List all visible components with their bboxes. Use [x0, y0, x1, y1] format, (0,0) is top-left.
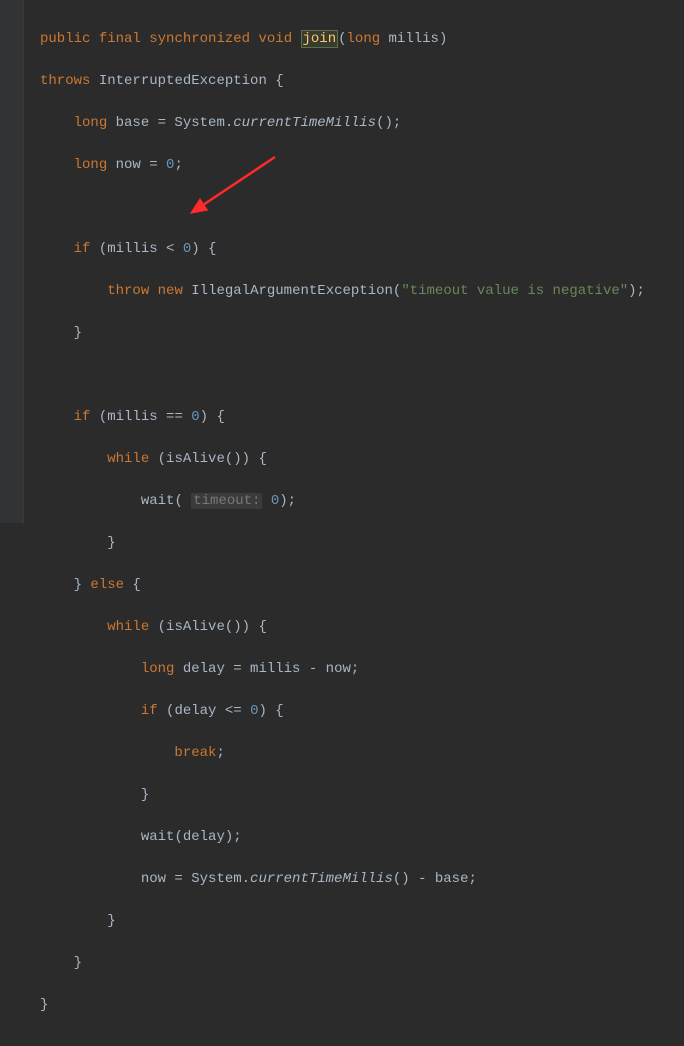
code-editor[interactable]: public final synchronized void join(long… — [0, 0, 684, 1046]
code-line: if (delay <= 0) { — [40, 701, 684, 722]
code-line: } — [40, 995, 684, 1016]
inline-hint: timeout: — [191, 493, 262, 509]
code-line: throw new IllegalArgumentException("time… — [40, 281, 684, 302]
code-line: while (isAlive()) { — [40, 449, 684, 470]
code-line: } — [40, 785, 684, 806]
code-line: } — [40, 911, 684, 932]
code-line: break; — [40, 743, 684, 764]
code-line — [40, 365, 684, 386]
cursor-highlight: join — [301, 30, 339, 48]
code-line: } else { — [40, 575, 684, 596]
code-line: now = System.currentTimeMillis() - base; — [40, 869, 684, 890]
code-line: } — [40, 323, 684, 344]
code-line: if (millis < 0) { — [40, 239, 684, 260]
code-line: public final synchronized void join(long… — [40, 29, 684, 50]
code-line: wait( timeout: 0); — [40, 491, 684, 512]
code-line: } — [40, 953, 684, 974]
code-line: if (millis == 0) { — [40, 407, 684, 428]
code-line: throws InterruptedException { — [40, 71, 684, 92]
code-line: while (isAlive()) { — [40, 617, 684, 638]
code-line: wait(delay); — [40, 827, 684, 848]
code-block: public final synchronized void join(long… — [30, 8, 684, 1046]
code-line: long now = 0; — [40, 155, 684, 176]
code-line: } — [40, 533, 684, 554]
code-line: long delay = millis - now; — [40, 659, 684, 680]
code-line — [40, 197, 684, 218]
code-line: long base = System.currentTimeMillis(); — [40, 113, 684, 134]
